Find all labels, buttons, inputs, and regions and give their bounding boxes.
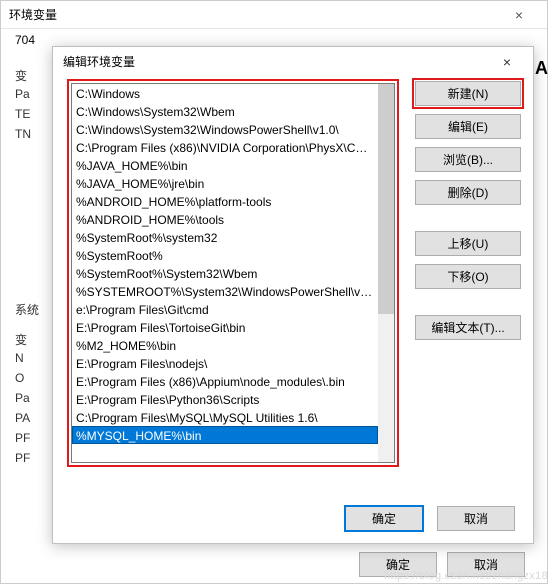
close-icon[interactable]: × — [499, 1, 539, 29]
inner-content: C:\WindowsC:\Windows\System32\WbemC:\Win… — [53, 77, 533, 543]
list-item[interactable]: C:\Windows — [72, 84, 378, 102]
edit-button[interactable]: 编辑(E) — [415, 114, 521, 139]
outer-title: 环境变量 — [9, 1, 57, 29]
list-item[interactable]: E:\Program Files (x86)\Appium\node_modul… — [72, 372, 378, 390]
list-item[interactable]: E:\Program Files\TortoiseGit\bin — [72, 318, 378, 336]
decorative-a: A — [535, 58, 548, 79]
list-item[interactable]: %ANDROID_HOME%\platform-tools — [72, 192, 378, 210]
outer-label-704: 704 — [15, 33, 35, 47]
outer-cancel-button[interactable]: 取消 — [447, 552, 525, 577]
outer-left-label: O — [15, 371, 24, 385]
scrollbar-thumb[interactable] — [378, 84, 394, 314]
list-item[interactable]: %SystemRoot% — [72, 246, 378, 264]
inner-title: 编辑环境变量 — [63, 47, 135, 77]
list-item[interactable]: E:\Program Files\nodejs\ — [72, 354, 378, 372]
list-item[interactable]: %SYSTEMROOT%\System32\WindowsPowerShell\… — [72, 282, 378, 300]
ok-button[interactable]: 确定 — [345, 506, 423, 531]
list-item[interactable]: e:\Program Files\Git\cmd — [72, 300, 378, 318]
outer-left-label: PF — [15, 431, 30, 445]
path-listbox-highlight: C:\WindowsC:\Windows\System32\WbemC:\Win… — [67, 79, 399, 467]
outer-left-label: PA — [15, 411, 30, 425]
scrollbar-track[interactable] — [378, 84, 394, 462]
browse-button[interactable]: 浏览(B)... — [415, 147, 521, 172]
list-item[interactable]: %JAVA_HOME%\bin — [72, 156, 378, 174]
edit-env-var-dialog: 编辑环境变量 × C:\WindowsC:\Windows\System32\W… — [52, 46, 534, 544]
edit-text-button[interactable]: 编辑文本(T)... — [415, 315, 521, 340]
list-item[interactable]: %SystemRoot%\System32\Wbem — [72, 264, 378, 282]
move-down-button[interactable]: 下移(O) — [415, 264, 521, 289]
path-listbox[interactable]: C:\WindowsC:\Windows\System32\WbemC:\Win… — [71, 83, 395, 463]
outer-left-label: Pa — [15, 87, 30, 101]
list-item[interactable]: C:\Windows\System32\WindowsPowerShell\v1… — [72, 120, 378, 138]
delete-button[interactable]: 删除(D) — [415, 180, 521, 205]
outer-titlebar: 环境变量 × — [1, 1, 547, 29]
cancel-button[interactable]: 取消 — [437, 506, 515, 531]
close-icon[interactable]: × — [491, 47, 523, 77]
outer-ok-button[interactable]: 确定 — [359, 552, 437, 577]
outer-button-row: 确定 取消 — [359, 552, 525, 577]
list-item[interactable]: %JAVA_HOME%\jre\bin — [72, 174, 378, 192]
side-button-column: 新建(N) 编辑(E) 浏览(B)... 删除(D) 上移(U) 下移(O) 编… — [415, 81, 523, 348]
outer-left-label: PF — [15, 451, 30, 465]
list-item[interactable]: E:\Program Files\Python36\Scripts — [72, 390, 378, 408]
move-up-button[interactable]: 上移(U) — [415, 231, 521, 256]
outer-left-label: N — [15, 351, 24, 365]
list-item[interactable]: C:\Program Files (x86)\NVIDIA Corporatio… — [72, 138, 378, 156]
list-item[interactable]: C:\Program Files\MySQL\MySQL Utilities 1… — [72, 408, 378, 426]
system-vars-label: 系统 — [15, 301, 39, 318]
outer-left-label: Pa — [15, 391, 30, 405]
list-item[interactable]: %SystemRoot%\system32 — [72, 228, 378, 246]
inner-button-row: 确定 取消 — [345, 506, 515, 531]
inner-titlebar: 编辑环境变量 × — [53, 47, 533, 77]
list-item[interactable]: %ANDROID_HOME%\tools — [72, 210, 378, 228]
list-item[interactable]: C:\Windows\System32\Wbem — [72, 102, 378, 120]
outer-left-label: TN — [15, 127, 31, 141]
new-button[interactable]: 新建(N) — [415, 81, 521, 106]
outer-left-label: 变 — [15, 331, 27, 348]
list-item[interactable]: %MYSQL_HOME%\bin — [72, 426, 378, 444]
outer-left-label: TE — [15, 107, 30, 121]
outer-left-label: 变 — [15, 67, 27, 84]
list-item[interactable]: %M2_HOME%\bin — [72, 336, 378, 354]
